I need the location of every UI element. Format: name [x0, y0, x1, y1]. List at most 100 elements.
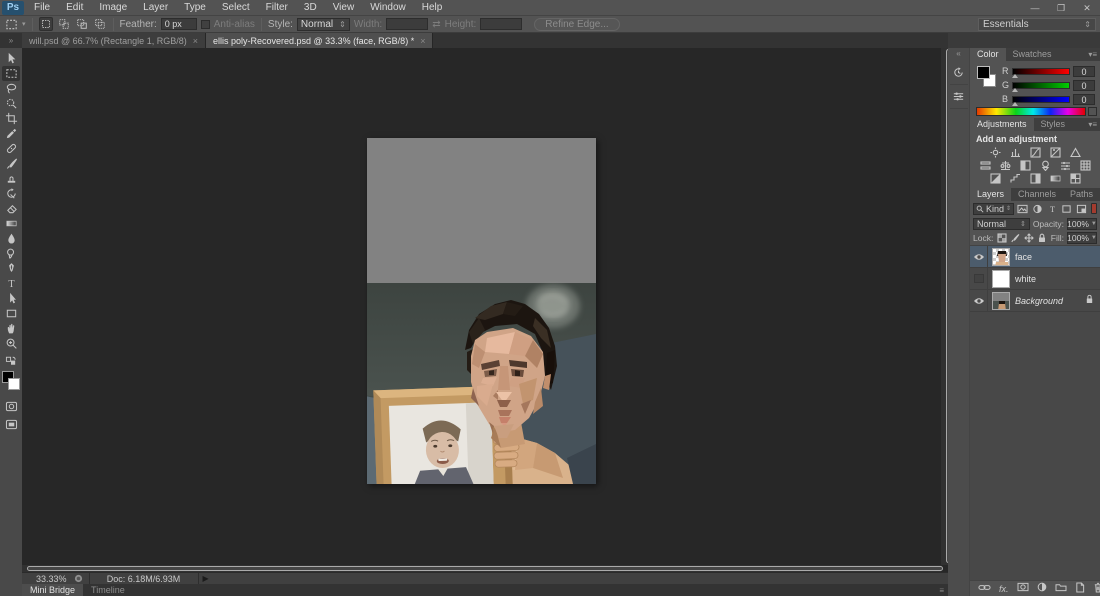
- tool-preset-icon[interactable]: [4, 17, 18, 31]
- mini-bridge-tab[interactable]: Mini Bridge: [22, 584, 83, 596]
- menu-select[interactable]: Select: [214, 0, 258, 16]
- swap-colors-icon[interactable]: [2, 353, 20, 368]
- tab-layers[interactable]: Layers: [970, 188, 1011, 201]
- collapsed-history-panel-button[interactable]: [950, 61, 968, 85]
- menu-edit[interactable]: Edit: [58, 0, 91, 16]
- maximize-button[interactable]: ❐: [1048, 0, 1074, 16]
- document-size-field[interactable]: Doc: 6.18M/6.93M: [89, 573, 199, 585]
- background-color-swatch[interactable]: [8, 378, 20, 390]
- tab-close-icon[interactable]: ×: [420, 36, 425, 46]
- eyedropper-tool-button[interactable]: [2, 126, 20, 141]
- visibility-toggle[interactable]: [970, 290, 988, 312]
- tab-paths[interactable]: Paths: [1063, 188, 1100, 201]
- opacity-value[interactable]: 100% ▼: [1067, 218, 1097, 230]
- blend-mode-select[interactable]: Normal ⇕: [973, 218, 1030, 230]
- menu-file[interactable]: File: [26, 0, 58, 16]
- foreground-color-swatch[interactable]: [977, 66, 990, 79]
- filter-pixel-layers-icon[interactable]: [1017, 203, 1029, 215]
- dock-expand-chevron[interactable]: «: [956, 49, 960, 59]
- channel-mixer-icon[interactable]: [1059, 159, 1072, 171]
- fill-value[interactable]: 100% ▼: [1067, 232, 1097, 244]
- lasso-tool-button[interactable]: [2, 81, 20, 96]
- antialias-checkbox[interactable]: [201, 20, 210, 29]
- collapsed-properties-panel-button[interactable]: [950, 85, 968, 109]
- eraser-tool-button[interactable]: [2, 201, 20, 216]
- canvas-viewport[interactable]: [22, 48, 948, 572]
- swap-dimensions-icon[interactable]: ⇄: [432, 19, 440, 30]
- filter-type-layers-icon[interactable]: T: [1046, 203, 1058, 215]
- vibrance-icon[interactable]: [1069, 146, 1082, 158]
- dodge-tool-button[interactable]: [2, 246, 20, 261]
- lock-all-icon[interactable]: [1037, 232, 1048, 244]
- rectangle-shape-tool-button[interactable]: [2, 306, 20, 321]
- add-layer-mask-icon[interactable]: [1017, 582, 1029, 595]
- new-group-icon[interactable]: [1055, 582, 1067, 595]
- quick-mask-mode-button[interactable]: [2, 399, 20, 414]
- new-adjustment-layer-icon[interactable]: [1037, 582, 1047, 595]
- new-layer-icon[interactable]: [1075, 582, 1085, 596]
- blur-tool-button[interactable]: [2, 231, 20, 246]
- toolbar-collapse-chevron[interactable]: »: [0, 33, 22, 48]
- red-slider[interactable]: [1012, 68, 1070, 75]
- layer-row-face[interactable]: face: [970, 246, 1100, 268]
- green-value[interactable]: 0: [1073, 80, 1095, 91]
- layer-row-background[interactable]: Background: [970, 290, 1100, 312]
- menu-filter[interactable]: Filter: [258, 0, 296, 16]
- curves-icon[interactable]: [1029, 146, 1042, 158]
- layer-styles-icon[interactable]: fx.: [999, 584, 1009, 594]
- hand-tool-button[interactable]: [2, 321, 20, 336]
- lock-position-icon[interactable]: [1024, 232, 1035, 244]
- document-tab-ellis-poly[interactable]: ellis poly-Recovered.psd @ 33.3% (face, …: [206, 33, 434, 48]
- hue-saturation-icon[interactable]: [979, 159, 992, 171]
- tab-channels[interactable]: Channels: [1011, 188, 1063, 201]
- width-input[interactable]: [386, 18, 428, 30]
- spot-healing-brush-tool-button[interactable]: [2, 141, 20, 156]
- rectangular-marquee-tool-button[interactable]: [2, 66, 20, 81]
- selective-color-icon[interactable]: [1069, 172, 1082, 184]
- invert-icon[interactable]: [989, 172, 1002, 184]
- black-white-icon[interactable]: [1019, 159, 1032, 171]
- quick-selection-tool-button[interactable]: [2, 96, 20, 111]
- filter-shape-layers-icon[interactable]: [1061, 203, 1073, 215]
- zoom-level-field[interactable]: 33.33%: [22, 574, 73, 584]
- lock-pixels-icon[interactable]: [1010, 232, 1021, 244]
- layer-filter-toggle[interactable]: [1091, 203, 1098, 214]
- add-to-selection-button[interactable]: [57, 17, 71, 31]
- exposure-icon[interactable]: [1049, 146, 1062, 158]
- tab-close-icon[interactable]: ×: [193, 36, 198, 46]
- status-thumbnail-icon[interactable]: [73, 574, 85, 584]
- type-tool-button[interactable]: T: [2, 276, 20, 291]
- black-white-ramp[interactable]: [1088, 107, 1097, 116]
- path-selection-tool-button[interactable]: [2, 291, 20, 306]
- pen-tool-button[interactable]: [2, 261, 20, 276]
- brush-tool-button[interactable]: [2, 156, 20, 171]
- feather-input[interactable]: [161, 18, 197, 30]
- menu-window[interactable]: Window: [362, 0, 414, 16]
- subtract-from-selection-button[interactable]: [75, 17, 89, 31]
- move-tool-button[interactable]: [2, 51, 20, 66]
- tab-styles[interactable]: Styles: [1034, 118, 1073, 131]
- tab-color[interactable]: Color: [970, 48, 1006, 61]
- history-brush-tool-button[interactable]: [2, 186, 20, 201]
- layer-thumbnail[interactable]: [992, 270, 1010, 288]
- link-layers-icon[interactable]: [978, 583, 991, 595]
- tab-swatches[interactable]: Swatches: [1006, 48, 1059, 61]
- panel-menu-icon[interactable]: ▾≡: [1088, 118, 1100, 131]
- visibility-toggle[interactable]: [970, 246, 988, 268]
- screen-mode-button[interactable]: [2, 417, 20, 432]
- tab-adjustments[interactable]: Adjustments: [970, 118, 1034, 131]
- menu-view[interactable]: View: [325, 0, 363, 16]
- horizontal-scrollbar[interactable]: [22, 565, 941, 572]
- blue-slider[interactable]: [1012, 96, 1070, 103]
- levels-icon[interactable]: [1009, 146, 1022, 158]
- zoom-tool-button[interactable]: [2, 336, 20, 351]
- threshold-icon[interactable]: [1029, 172, 1042, 184]
- workspace-select[interactable]: Essentials ⇕: [978, 18, 1096, 31]
- gradient-tool-button[interactable]: [2, 216, 20, 231]
- photo-filter-icon[interactable]: [1039, 159, 1052, 171]
- menu-type[interactable]: Type: [176, 0, 214, 16]
- lock-transparency-icon[interactable]: [996, 232, 1007, 244]
- minimize-button[interactable]: —: [1022, 0, 1048, 16]
- blue-value[interactable]: 0: [1073, 94, 1095, 105]
- open-document-canvas[interactable]: [367, 138, 596, 484]
